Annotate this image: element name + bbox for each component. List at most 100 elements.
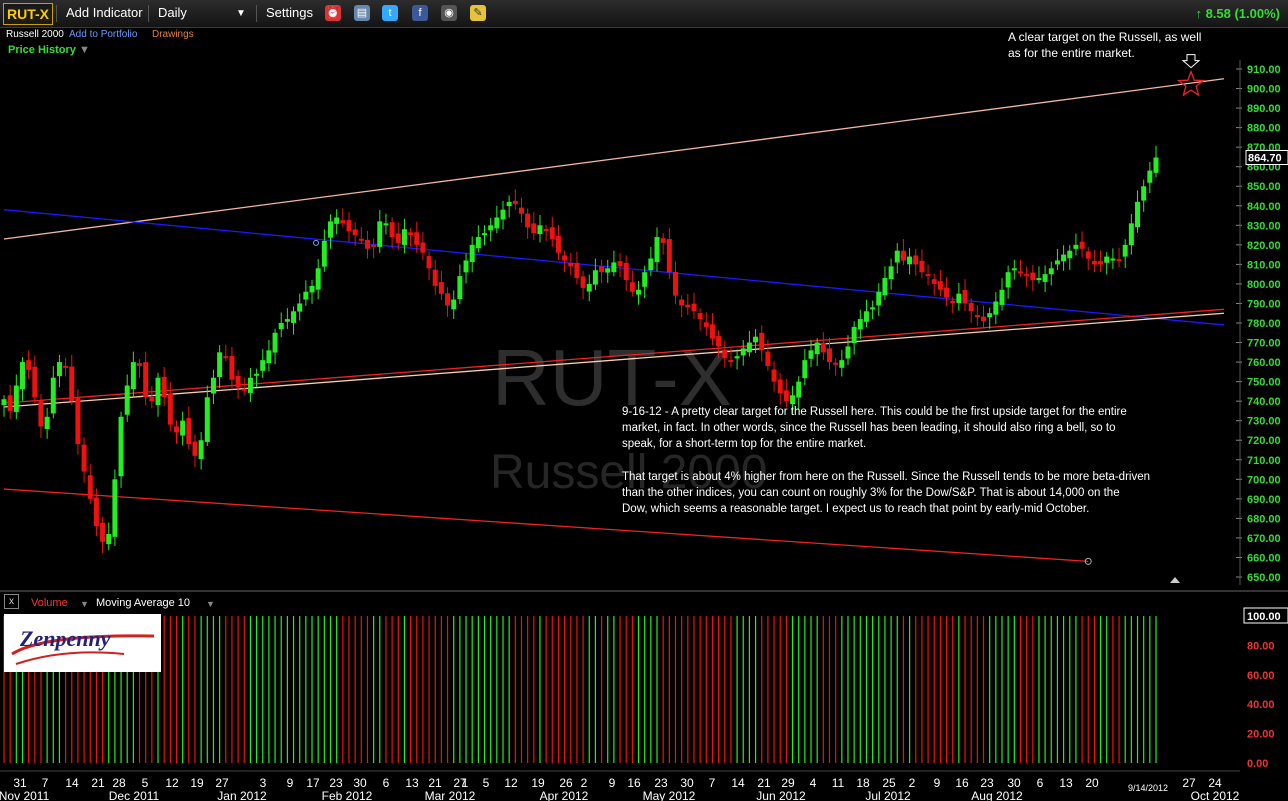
candle-body xyxy=(1110,258,1116,261)
period-select[interactable]: Daily xyxy=(158,5,187,20)
candle-body xyxy=(562,255,568,261)
candle-body xyxy=(340,220,346,224)
candle-body xyxy=(944,287,950,298)
candle-body xyxy=(272,332,278,353)
y-tick-label: 690.00 xyxy=(1247,494,1281,506)
separator xyxy=(148,5,149,22)
candle-body xyxy=(100,522,106,542)
candle-body xyxy=(783,390,789,402)
chevron-down-icon[interactable]: ▼ xyxy=(80,599,89,609)
moving-average-label[interactable]: Moving Average 10 xyxy=(96,597,190,609)
candle-body xyxy=(414,232,420,245)
candle-body xyxy=(999,289,1005,305)
note-icon[interactable]: ✎ xyxy=(470,5,486,21)
chevron-down-icon[interactable]: ▼ xyxy=(236,8,246,19)
candle-body xyxy=(432,269,438,286)
candle-body xyxy=(13,385,19,412)
candle-body xyxy=(796,381,802,398)
candle-body xyxy=(1024,274,1030,277)
price-history-menu[interactable]: Price History ▼ xyxy=(8,44,90,56)
chevron-down-icon[interactable]: ▼ xyxy=(206,599,215,609)
y-tick-label: 670.00 xyxy=(1247,533,1281,545)
candle-body xyxy=(130,362,136,390)
x-tick-label: 20 xyxy=(1085,776,1099,790)
candle-body xyxy=(956,293,962,304)
candle-body xyxy=(931,279,937,284)
x-tick-label: 2 xyxy=(581,776,588,790)
candle-body xyxy=(118,416,124,477)
candle-body xyxy=(900,250,906,261)
y-tick-label: 740.00 xyxy=(1247,396,1281,408)
y-tick-label: 730.00 xyxy=(1247,416,1281,428)
panel-divider[interactable] xyxy=(0,590,1288,592)
toolbar: RUT-X Add Indicator Daily ▼ Settings ⏰ ▤… xyxy=(0,0,1288,28)
candle-body xyxy=(426,256,432,269)
candle-body xyxy=(346,220,352,232)
candle-body xyxy=(75,397,81,445)
candle-body xyxy=(63,365,69,368)
settings-button[interactable]: Settings xyxy=(266,5,313,20)
candle-body xyxy=(198,440,204,460)
y-tick-label: 780.00 xyxy=(1247,318,1281,330)
candle-body xyxy=(555,235,561,253)
candle-body xyxy=(352,229,358,236)
candle-body xyxy=(913,255,919,265)
x-tick-label: 23 xyxy=(654,776,668,790)
x-tick-label: 1 xyxy=(462,776,469,790)
candle-body xyxy=(303,291,309,300)
candle-body xyxy=(469,244,475,262)
candle-body xyxy=(506,201,512,207)
candle-body xyxy=(734,356,740,359)
candle-body xyxy=(137,363,143,366)
candle-body xyxy=(691,303,697,312)
annotation-text: A clear target on the Russell, as well xyxy=(1008,30,1201,44)
twitter-icon[interactable]: t xyxy=(382,5,398,21)
candle-body xyxy=(525,213,531,228)
add-indicator-button[interactable]: Add Indicator xyxy=(66,5,143,20)
candle-body xyxy=(962,289,968,304)
candle-body xyxy=(291,311,297,323)
x-tick-label: 19 xyxy=(531,776,545,790)
candle-body xyxy=(149,397,155,402)
symbol-box[interactable]: RUT-X xyxy=(3,3,53,25)
candle-body xyxy=(826,348,832,363)
candle-body xyxy=(580,276,586,288)
close-icon[interactable]: x xyxy=(4,594,19,609)
add-to-portfolio-link[interactable]: Add to Portfolio xyxy=(69,29,137,40)
candle-body xyxy=(223,356,229,359)
facebook-icon[interactable]: f xyxy=(412,5,428,21)
x-tick-label: 14 xyxy=(731,776,745,790)
x-tick-label: 13 xyxy=(1059,776,1073,790)
print-icon[interactable]: ▤ xyxy=(354,5,370,21)
drawings-link[interactable]: Drawings xyxy=(152,29,194,40)
candle-body xyxy=(463,260,469,273)
camera-icon[interactable]: ◉ xyxy=(441,5,457,21)
x-tick-label: 9 xyxy=(609,776,616,790)
candle-body xyxy=(161,376,167,398)
candle-body xyxy=(907,256,913,265)
candle-body xyxy=(278,323,284,330)
x-tick-label: 11 xyxy=(832,776,845,790)
candle-body xyxy=(124,385,130,415)
y-tick-label: 790.00 xyxy=(1247,298,1281,310)
volume-label[interactable]: Volume xyxy=(31,597,68,609)
candle-body xyxy=(315,268,321,290)
candle-body xyxy=(753,336,759,343)
candle-body xyxy=(328,221,334,238)
alarm-clock-icon[interactable]: ⏰ xyxy=(325,5,341,21)
candle-body xyxy=(722,349,728,359)
candle-body xyxy=(445,293,451,306)
candle-body xyxy=(284,319,290,322)
candle-body xyxy=(309,285,315,293)
candle-body xyxy=(451,299,457,310)
y-tick-label: 840.00 xyxy=(1247,201,1281,213)
up-arrow-icon: ↑ xyxy=(1195,6,1206,21)
y-tick-label: 850.00 xyxy=(1247,181,1281,193)
candle-body xyxy=(629,282,635,292)
candle-body xyxy=(740,348,746,356)
x-month-label: Jan 2012 xyxy=(217,789,267,801)
candle-body xyxy=(771,369,777,382)
candle-body xyxy=(1085,251,1091,259)
x-tick-label: 27 xyxy=(1182,776,1196,790)
candle-body xyxy=(950,300,956,303)
